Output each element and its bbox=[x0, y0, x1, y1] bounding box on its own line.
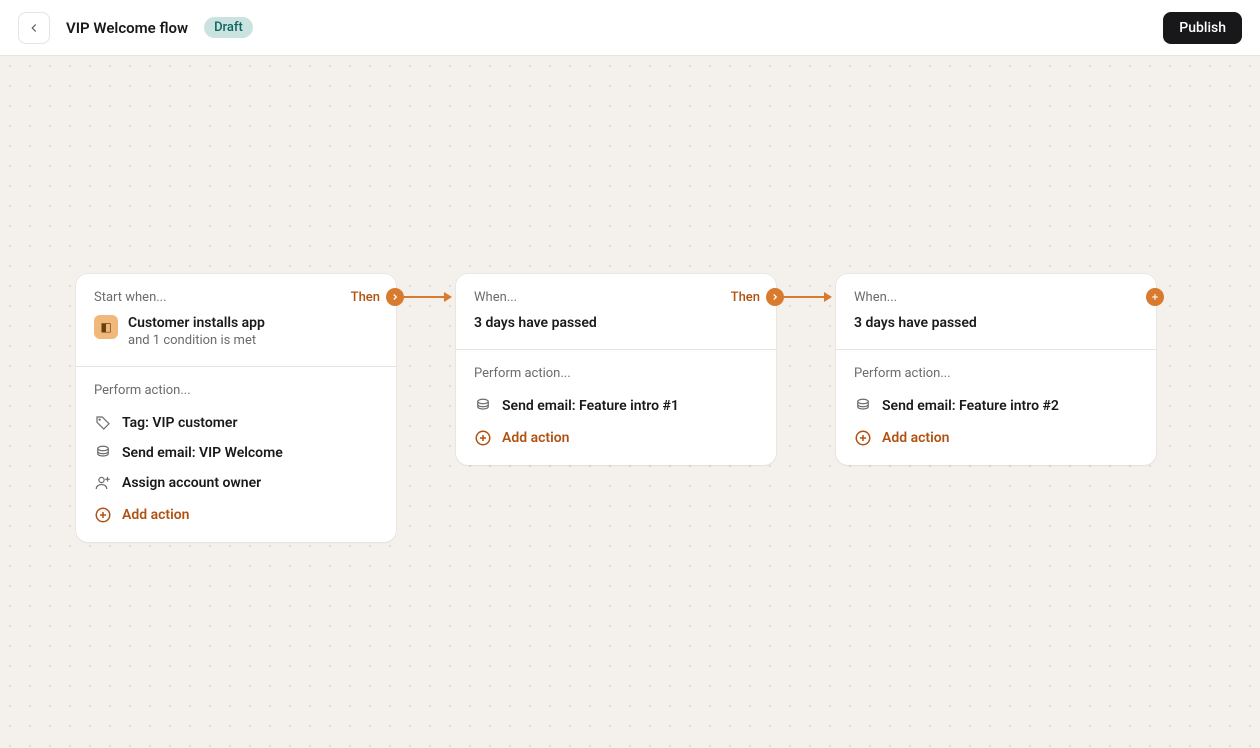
trigger-section: When... 3 days have passed bbox=[456, 274, 776, 349]
app-icon: ◧ bbox=[94, 315, 118, 339]
action-row[interactable]: Send email: Feature intro #1 bbox=[474, 391, 758, 421]
trigger-title: Customer installs app bbox=[128, 315, 265, 331]
email-icon bbox=[854, 397, 872, 415]
flow-step[interactable]: When... 3 days have passed Perform actio… bbox=[836, 274, 1156, 465]
trigger-label: When... bbox=[854, 290, 1138, 305]
add-action-label: Add action bbox=[502, 430, 570, 446]
trigger-section: Start when... ◧ Customer installs app an… bbox=[76, 274, 396, 366]
trigger-label: When... bbox=[474, 290, 758, 305]
add-action-button[interactable]: Add action bbox=[94, 498, 378, 524]
actions-label: Perform action... bbox=[854, 366, 1138, 381]
action-text: Send email: Feature intro #2 bbox=[882, 398, 1059, 414]
chevron-right-icon bbox=[390, 292, 400, 302]
app-header: VIP Welcome flow Draft Publish bbox=[0, 0, 1260, 56]
wait-text: 3 days have passed bbox=[854, 315, 1138, 331]
trigger-label: Start when... bbox=[94, 290, 378, 305]
add-action-label: Add action bbox=[122, 507, 190, 523]
actions-label: Perform action... bbox=[94, 383, 378, 398]
connector-arrow bbox=[776, 296, 836, 298]
plus-circle-icon bbox=[474, 429, 492, 447]
plus-circle-icon bbox=[94, 506, 112, 524]
assign-owner-icon bbox=[94, 474, 112, 492]
connector-arrow bbox=[396, 296, 456, 298]
then-handle[interactable] bbox=[386, 288, 404, 306]
action-row[interactable]: Tag: VIP customer bbox=[94, 408, 378, 438]
action-row[interactable]: Send email: VIP Welcome bbox=[94, 438, 378, 468]
flow-row: Start when... ◧ Customer installs app an… bbox=[76, 274, 1156, 542]
plus-circle-icon bbox=[854, 429, 872, 447]
actions-section: Perform action... Send email: Feature in… bbox=[836, 349, 1156, 465]
then-output[interactable]: Then bbox=[351, 288, 404, 306]
action-text: Tag: VIP customer bbox=[122, 415, 238, 431]
tag-icon bbox=[94, 414, 112, 432]
then-label: Then bbox=[731, 290, 760, 305]
trigger-row: ◧ Customer installs app and 1 condition … bbox=[94, 315, 378, 348]
add-action-button[interactable]: Add action bbox=[854, 421, 1138, 447]
flow-canvas[interactable]: Start when... ◧ Customer installs app an… bbox=[0, 56, 1260, 748]
trigger-subtitle: and 1 condition is met bbox=[128, 333, 265, 348]
then-output[interactable]: Then bbox=[731, 288, 784, 306]
actions-section: Perform action... Tag: VIP customer Send… bbox=[76, 366, 396, 542]
add-action-button[interactable]: Add action bbox=[474, 421, 758, 447]
add-step-button[interactable] bbox=[1146, 288, 1164, 306]
add-step-handle[interactable] bbox=[1146, 288, 1164, 306]
email-icon bbox=[474, 397, 492, 415]
plus-icon bbox=[1150, 292, 1160, 302]
flow-step[interactable]: When... 3 days have passed Perform actio… bbox=[456, 274, 776, 465]
action-row[interactable]: Assign account owner bbox=[94, 468, 378, 498]
actions-section: Perform action... Send email: Feature in… bbox=[456, 349, 776, 465]
chevron-left-icon bbox=[27, 21, 41, 35]
chevron-right-icon bbox=[770, 292, 780, 302]
wait-text: 3 days have passed bbox=[474, 315, 758, 331]
back-button[interactable] bbox=[18, 12, 50, 44]
action-text: Send email: VIP Welcome bbox=[122, 445, 283, 461]
action-text: Send email: Feature intro #1 bbox=[502, 398, 679, 414]
action-row[interactable]: Send email: Feature intro #2 bbox=[854, 391, 1138, 421]
action-text: Assign account owner bbox=[122, 475, 261, 491]
then-handle[interactable] bbox=[766, 288, 784, 306]
trigger-section: When... 3 days have passed bbox=[836, 274, 1156, 349]
status-badge: Draft bbox=[204, 17, 253, 38]
then-label: Then bbox=[351, 290, 380, 305]
flow-step[interactable]: Start when... ◧ Customer installs app an… bbox=[76, 274, 396, 542]
add-action-label: Add action bbox=[882, 430, 950, 446]
page-title: VIP Welcome flow bbox=[66, 19, 188, 37]
publish-button[interactable]: Publish bbox=[1163, 12, 1242, 44]
email-icon bbox=[94, 444, 112, 462]
actions-label: Perform action... bbox=[474, 366, 758, 381]
